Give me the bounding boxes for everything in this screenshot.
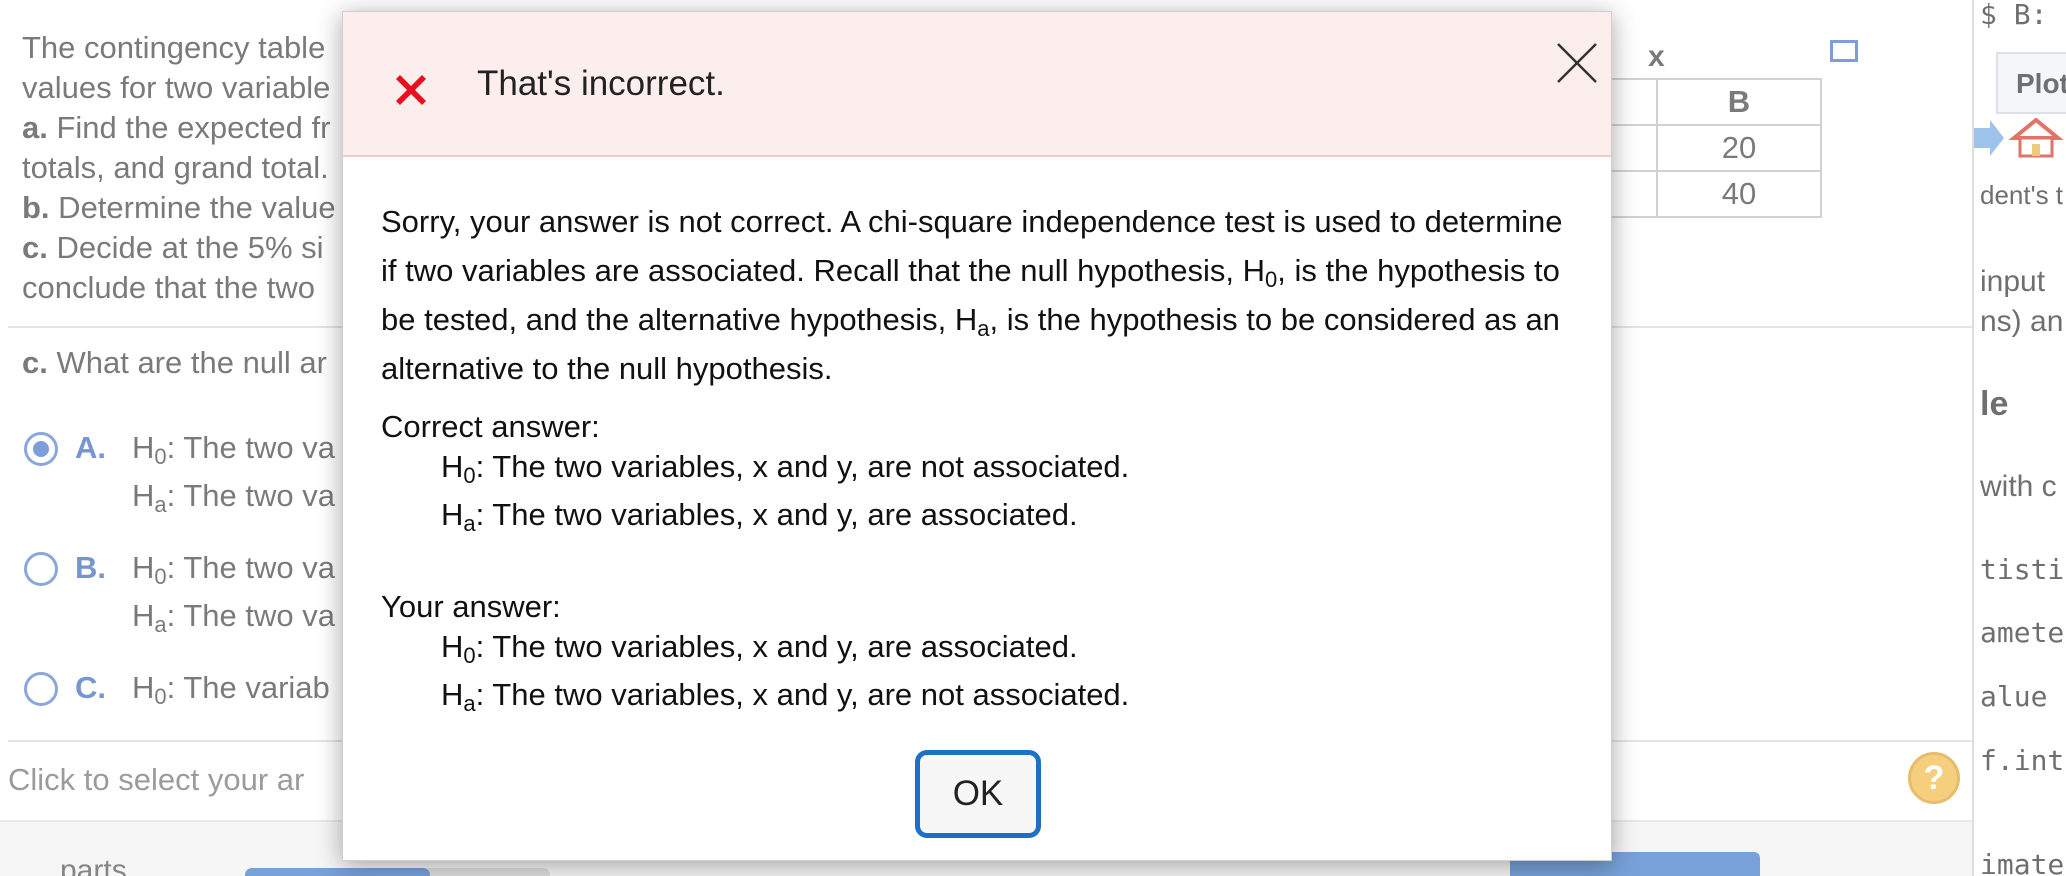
your-answer-label: Your answer: <box>381 589 561 624</box>
your-answer-h0: H0: The two variables, x and y, are asso… <box>441 629 1078 668</box>
correct-answer-ha: Ha: The two variables, x and y, are asso… <box>441 497 1078 536</box>
dialog-explanation: Sorry, your answer is not correct. A chi… <box>381 197 1581 393</box>
ok-button[interactable]: OK <box>915 750 1041 838</box>
error-x-icon <box>396 75 426 105</box>
explanation-text: Sorry, your answer is not correct. A chi… <box>381 204 1563 386</box>
dialog-title: That's incorrect. <box>477 64 725 103</box>
dialog-header: That's incorrect. <box>343 12 1611 157</box>
correct-answer-h0: H0: The two variables, x and y, are not … <box>441 449 1130 488</box>
close-icon[interactable] <box>1555 41 1599 85</box>
feedback-dialog: That's incorrect. Sorry, your answer is … <box>342 11 1612 861</box>
your-answer-ha: Ha: The two variables, x and y, are not … <box>441 677 1130 716</box>
correct-answer-label: Correct answer: <box>381 409 600 444</box>
